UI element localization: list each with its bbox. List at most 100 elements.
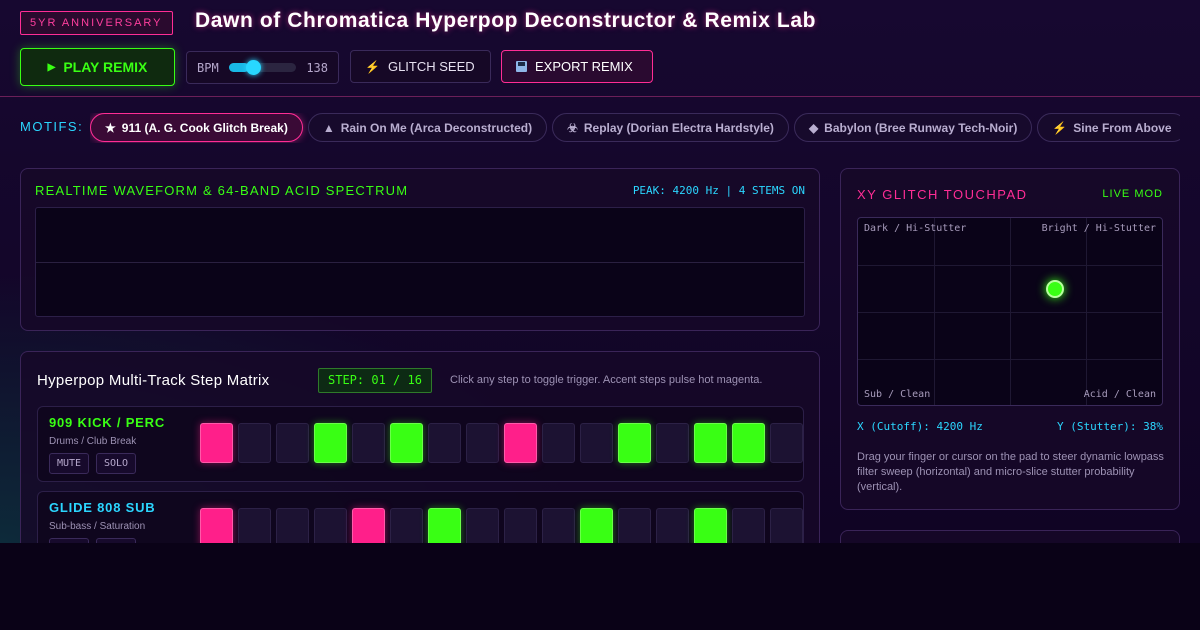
diamond-icon: ◆	[808, 120, 819, 135]
pad-grid-line	[858, 359, 1162, 360]
motif-chip-label: Rain On Me (Arca Deconstructed)	[340, 120, 533, 135]
pad-corner-bottom-left: Sub / Clean	[864, 389, 931, 400]
step-cell[interactable]	[618, 508, 651, 543]
pad-grid-line	[858, 265, 1162, 266]
step-cell[interactable]	[390, 508, 423, 543]
step-cell[interactable]	[656, 423, 689, 463]
motif-chip[interactable]: ▲ Rain On Me (Arca Deconstructed)	[307, 113, 548, 142]
solo-button[interactable]: SOLO	[96, 453, 137, 474]
bpm-label: BPM	[197, 60, 219, 75]
step-cell[interactable]	[542, 508, 575, 543]
step-cell[interactable]	[276, 508, 309, 543]
lightning-icon: ⚡	[365, 59, 380, 74]
step-cell[interactable]	[276, 423, 309, 463]
lightning-icon: ⚡	[1052, 120, 1068, 135]
motif-chip-label: 911 (A. G. Cook Glitch Break)	[121, 120, 288, 135]
xy-title: XY GLITCH TOUCHPAD	[857, 187, 1028, 202]
page-title: Dawn of Chromatica Hyperpop Deconstructo…	[195, 9, 817, 32]
step-cell[interactable]	[352, 423, 385, 463]
pad-grid-line	[858, 312, 1162, 313]
motif-list: ★ 911 (A. G. Cook Glitch Break) ▲ Rain On M…	[90, 113, 1180, 143]
step-cell[interactable]	[200, 508, 233, 543]
matrix-title: Hyperpop Multi-Track Step Matrix	[37, 372, 270, 389]
step-cell[interactable]	[504, 423, 537, 463]
floppy-disk-icon	[516, 61, 527, 72]
xy-cursor-handle[interactable]	[1046, 280, 1064, 298]
remix-lab-app: 5YR ANNIVERSARY Dawn of Chromatica Hyper…	[0, 0, 1200, 543]
anniversary-badge: 5YR ANNIVERSARY	[20, 11, 173, 35]
step-cell[interactable]	[656, 508, 689, 543]
step-cell[interactable]	[466, 508, 499, 543]
peak-readout: PEAK: 4200 Hz | 4 STEMS ON	[632, 184, 805, 197]
play-remix-button[interactable]: ▶ PLAY REMIX	[20, 48, 175, 86]
x-cutoff-readout: X (Cutoff): 4200 Hz	[857, 420, 983, 433]
y-stutter-readout: Y (Stutter): 38%	[1057, 420, 1163, 433]
triangle-icon: ▲	[322, 120, 335, 135]
pad-corner-top-left: Dark / Hi-Stutter	[864, 223, 967, 234]
track-name: GLIDE 808 SUB	[49, 500, 156, 515]
waveform-title: REALTIME WAVEFORM & 64-BAND ACID SPECTRU…	[35, 183, 409, 198]
motif-chip-label: Replay (Dorian Electra Hardstyle)	[583, 120, 774, 135]
xy-hint: Drag your finger or cursor on the pad to…	[857, 451, 1164, 493]
star-icon: ★	[105, 120, 116, 135]
motifs-label: MOTIFS:	[20, 119, 84, 134]
glitch-seed-button[interactable]: ⚡ GLITCH SEED	[350, 50, 491, 83]
biohazard-icon: ☣	[567, 120, 578, 135]
motif-chip[interactable]: ★ 911 (A. G. Cook Glitch Break)	[90, 113, 303, 142]
live-mod-indicator: LIVE MOD	[1102, 188, 1163, 200]
step-cell[interactable]	[466, 423, 499, 463]
step-cell[interactable]	[314, 508, 347, 543]
step-cell[interactable]	[314, 423, 347, 463]
motif-chip[interactable]: ☣ Replay (Dorian Electra Hardstyle)	[552, 113, 789, 142]
waveform-canvas	[35, 207, 805, 317]
pad-corner-bottom-right: Acid / Clean	[1083, 389, 1156, 400]
track-subtitle: Drums / Club Break	[49, 436, 137, 447]
step-cell[interactable]	[732, 423, 765, 463]
step-cell[interactable]	[618, 423, 651, 463]
header: 5YR ANNIVERSARY Dawn of Chromatica Hyper…	[0, 0, 1200, 97]
play-remix-label: PLAY REMIX	[63, 59, 148, 75]
export-remix-label: EXPORT REMIX	[535, 59, 633, 74]
waveform-centerline	[36, 262, 804, 263]
bpm-slider-handle[interactable]	[246, 60, 262, 75]
matrix-hint: Click any step to toggle trigger. Accent…	[450, 374, 763, 386]
play-icon: ▶	[47, 61, 56, 73]
step-cell[interactable]	[352, 508, 385, 543]
track-row: 909 KICK / PERC Drums / Club Break MUTE SOL…	[37, 406, 804, 482]
bpm-control: BPM 138	[186, 51, 339, 84]
waveform-panel: REALTIME WAVEFORM & 64-BAND ACID SPECTRU…	[20, 168, 820, 331]
lower-right-panel	[840, 530, 1180, 543]
step-cell[interactable]	[770, 508, 803, 543]
step-cell[interactable]	[580, 423, 613, 463]
xy-touchpad-panel: XY GLITCH TOUCHPAD LIVE MOD Dark / Hi-St…	[840, 168, 1180, 510]
step-cell[interactable]	[694, 508, 727, 543]
step-cell[interactable]	[390, 423, 423, 463]
step-cell[interactable]	[694, 423, 727, 463]
export-remix-button[interactable]: EXPORT REMIX	[501, 50, 653, 83]
step-matrix-panel: Hyperpop Multi-Track Step Matrix STEP: 0…	[20, 351, 820, 543]
glitch-seed-label: GLITCH SEED	[387, 59, 475, 74]
motif-chip[interactable]: ◆ Babylon (Bree Runway Tech-Noir)	[793, 113, 1033, 142]
step-cell[interactable]	[428, 508, 461, 543]
step-cell[interactable]	[504, 508, 537, 543]
step-cell[interactable]	[428, 423, 461, 463]
bpm-slider[interactable]	[228, 60, 297, 75]
mute-button[interactable]: MUTE	[49, 453, 90, 474]
pad-corner-top-right: Bright / Hi-Stutter	[1041, 223, 1156, 234]
track-subtitle: Sub-bass / Saturation	[49, 521, 146, 532]
motif-chip-label: Babylon (Bree Runway Tech-Noir)	[824, 120, 1018, 135]
step-cell[interactable]	[200, 423, 233, 463]
track-name: 909 KICK / PERC	[49, 415, 166, 430]
step-cell[interactable]	[238, 508, 271, 543]
step-cell[interactable]	[542, 423, 575, 463]
xy-touchpad[interactable]: Dark / Hi-Stutter Bright / Hi-Stutter Su…	[857, 217, 1163, 406]
track-row: GLIDE 808 SUBSub-bass / SaturationMUTESO…	[37, 491, 804, 543]
step-cell[interactable]	[238, 423, 271, 463]
page-background	[0, 543, 1200, 630]
step-cell[interactable]	[770, 423, 803, 463]
step-counter: STEP: 01 / 16	[318, 368, 432, 393]
bpm-value: 138	[306, 60, 328, 75]
motif-chip[interactable]: ⚡ Sine From Above	[1037, 113, 1180, 142]
step-cell[interactable]	[580, 508, 613, 543]
step-cell[interactable]	[732, 508, 765, 543]
